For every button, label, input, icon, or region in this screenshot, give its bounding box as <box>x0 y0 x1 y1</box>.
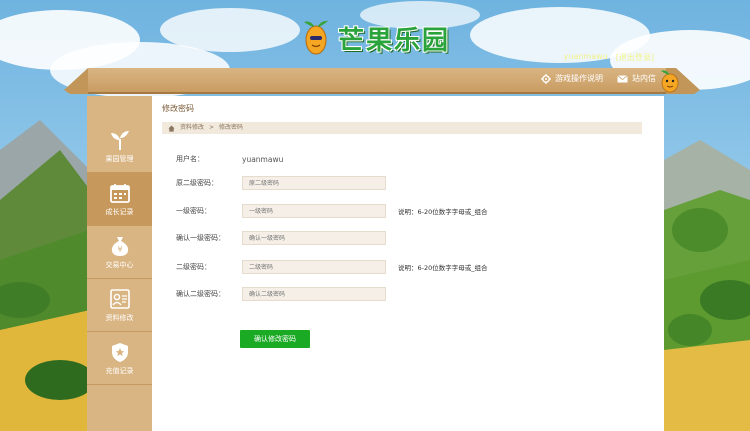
mango-mascot-small-icon <box>661 70 679 93</box>
sprout-icon <box>110 130 129 150</box>
first-password-input[interactable] <box>242 204 386 218</box>
topbar-links: 游戏操作说明 站内信 <box>541 73 656 84</box>
shield-badge-icon <box>111 342 128 362</box>
user-bar: yuanmawu [退出登录] <box>564 52 654 63</box>
breadcrumb-separator: > <box>209 124 215 131</box>
mango-mascot-icon <box>304 20 328 55</box>
username-value: yuanmawu <box>242 154 284 164</box>
money-bag-icon: ¥ <box>111 236 128 256</box>
second-password-row: 二级密码： 说明：6-20位数字字母或_组合 <box>176 260 488 274</box>
first-password-label: 一级密码： <box>176 207 211 215</box>
gear-icon <box>541 73 551 84</box>
confirm-change-password-button[interactable]: 确认修改密码 <box>240 330 310 348</box>
sidebar-item-label: 充值记录 <box>105 366 134 375</box>
brand-logo[interactable]: 芒果乐园 <box>300 18 450 58</box>
home-icon <box>168 124 175 132</box>
calendar-icon <box>109 183 130 203</box>
sidebar-item-orchard[interactable]: 果园管理 <box>87 120 152 173</box>
breadcrumb: 资料修改 > 修改密码 <box>162 122 642 134</box>
confirm-second-password-label: 确认二级密码： <box>176 290 225 298</box>
confirm-first-password-input[interactable] <box>242 231 386 245</box>
confirm-second-password-row: 确认二级密码： <box>176 287 386 301</box>
confirm-first-password-label: 确认一级密码： <box>176 234 225 242</box>
sidebar-item-trade-center[interactable]: ¥ 交易中心 <box>87 226 152 279</box>
first-password-note: 说明：6-20位数字字母或_组合 <box>398 208 488 216</box>
page-title: 修改密码 <box>162 104 194 113</box>
sidebar-item-label: 资料修改 <box>105 313 134 322</box>
sidebar-item-label: 交易中心 <box>105 260 134 269</box>
svg-text:¥: ¥ <box>117 245 122 254</box>
old-second-password-input[interactable] <box>242 176 386 190</box>
confirm-second-password-input[interactable] <box>242 287 386 301</box>
sidebar-item-label: 果园管理 <box>105 154 134 163</box>
second-password-note: 说明：6-20位数字字母或_组合 <box>398 264 488 272</box>
second-password-label: 二级密码： <box>176 263 211 271</box>
logout-link[interactable]: [退出登录] <box>616 52 654 63</box>
sidebar-item-recharge-record[interactable]: 充值记录 <box>87 332 152 385</box>
inbox-link[interactable]: 站内信 <box>617 73 656 84</box>
username-row: 用户名： yuanmawu <box>176 154 283 164</box>
username-label: 用户名： <box>176 155 204 163</box>
second-password-input[interactable] <box>242 260 386 274</box>
breadcrumb-home[interactable]: 资料修改 <box>180 122 204 134</box>
breadcrumb-current: 修改密码 <box>219 124 244 131</box>
envelope-icon <box>617 74 628 82</box>
profile-card-icon <box>109 288 130 309</box>
first-password-row: 一级密码： 说明：6-20位数字字母或_组合 <box>176 204 488 218</box>
top-bar: 游戏操作说明 站内信 <box>64 68 700 94</box>
sidebar-item-profile-edit[interactable]: 资料修改 <box>87 279 152 332</box>
brand-name: 芒果乐园 <box>338 25 451 56</box>
game-help-link[interactable]: 游戏操作说明 <box>541 73 603 84</box>
username-display[interactable]: yuanmawu <box>564 52 608 63</box>
inbox-label: 站内信 <box>632 74 656 83</box>
game-help-label: 游戏操作说明 <box>555 74 603 83</box>
sidebar: 果园管理 成长记录 ¥ 交易中心 资料修改 充值记录 <box>87 96 152 431</box>
confirm-first-password-row: 确认一级密码： <box>176 231 386 245</box>
old-second-password-label: 原二级密码： <box>176 179 218 187</box>
sidebar-item-growth-record[interactable]: 成长记录 <box>87 173 152 226</box>
main-panel: 修改密码 资料修改 > 修改密码 用户名： yuanmawu 原二级密码： 一级… <box>152 96 664 431</box>
old-second-password-row: 原二级密码： <box>176 176 386 190</box>
sidebar-item-label: 成长记录 <box>105 207 134 216</box>
